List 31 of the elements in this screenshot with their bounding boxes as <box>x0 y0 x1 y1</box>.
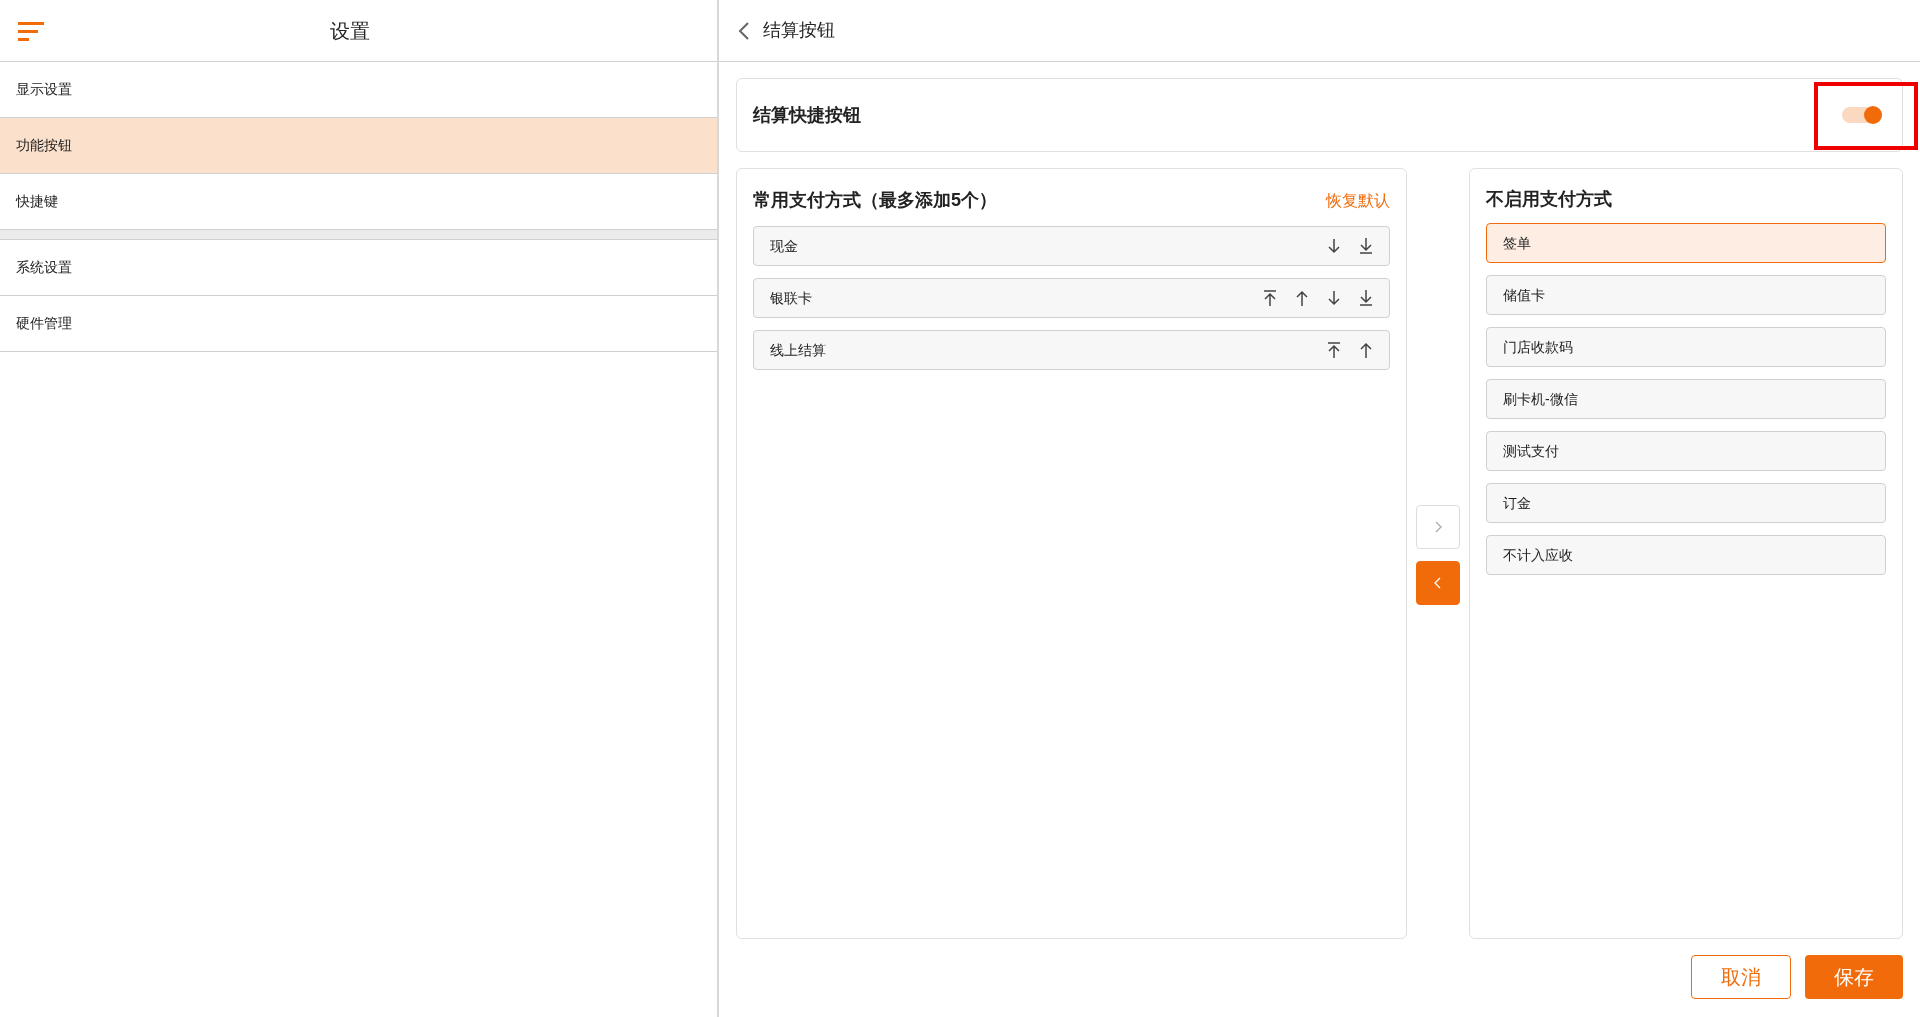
panel-title: 常用支付方式（最多添加5个） <box>753 189 998 212</box>
payment-method-item[interactable]: 储值卡 <box>1486 275 1886 315</box>
move-to-top-icon[interactable] <box>1261 289 1279 307</box>
arrow-down-icon[interactable] <box>1325 289 1343 307</box>
move-to-bottom-icon[interactable] <box>1357 237 1375 255</box>
toggle-switch[interactable] <box>1842 107 1882 123</box>
sidebar-item[interactable]: 功能按钮 <box>0 118 717 174</box>
shortcut-label: 结算快捷按钮 <box>753 103 862 127</box>
payment-method-label: 线上结算 <box>770 340 827 360</box>
menu-icon[interactable] <box>18 20 44 41</box>
payment-method-row[interactable]: 现金 <box>753 226 1390 266</box>
payment-method-label: 银联卡 <box>770 288 813 308</box>
payment-method-item[interactable]: 门店收款码 <box>1486 327 1886 367</box>
move-left-button[interactable] <box>1416 560 1460 605</box>
back-icon[interactable] <box>737 20 751 41</box>
payment-method-item[interactable]: 刷卡机-微信 <box>1486 379 1886 419</box>
payment-method-item[interactable]: 签单 <box>1486 223 1886 263</box>
sidebar-title: 设置 <box>329 18 370 44</box>
payment-method-item[interactable]: 不计入应收 <box>1486 535 1886 575</box>
arrow-down-icon[interactable] <box>1325 237 1343 255</box>
payment-method-label: 现金 <box>770 236 799 256</box>
move-to-top-icon[interactable] <box>1325 341 1343 359</box>
chevron-left-icon <box>1434 576 1442 589</box>
payment-method-item[interactable]: 订金 <box>1486 483 1886 523</box>
payment-method-row[interactable]: 线上结算 <box>753 330 1390 370</box>
payment-method-row[interactable]: 银联卡 <box>753 278 1390 318</box>
payment-method-item[interactable]: 测试支付 <box>1486 431 1886 471</box>
panel-title: 不启用支付方式 <box>1486 187 1612 211</box>
move-to-bottom-icon[interactable] <box>1357 289 1375 307</box>
chevron-right-icon <box>1434 520 1442 533</box>
page-title: 结算按钮 <box>763 19 835 42</box>
